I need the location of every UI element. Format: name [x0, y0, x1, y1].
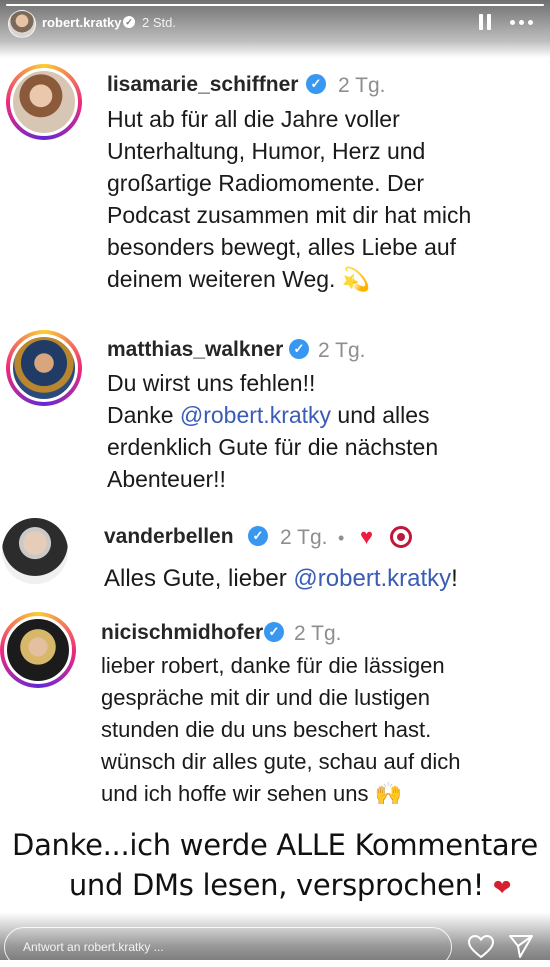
comment-text-line: Du wirst uns fehlen!!: [107, 370, 316, 396]
story-owner-avatar[interactable]: [8, 10, 36, 38]
mention-link[interactable]: @robert.kratky: [293, 565, 451, 592]
avatar[interactable]: [6, 64, 82, 140]
comment-text: Du wirst uns fehlen!! Danke @robert.krat…: [107, 367, 547, 495]
verified-icon: ✓: [264, 622, 284, 642]
avatar[interactable]: [2, 518, 68, 584]
story-progress-bar: [6, 4, 544, 6]
paper-plane-icon[interactable]: [508, 933, 534, 959]
comment-text: Alles Gute, lieber @robert.kratky!: [104, 563, 544, 595]
comment-username[interactable]: matthias_walkner: [107, 338, 283, 362]
reply-input[interactable]: [4, 927, 452, 967]
comment-text: lieber robert, danke für die lässigen ge…: [101, 653, 461, 806]
comment-text-part: !: [451, 565, 458, 592]
pause-icon[interactable]: [479, 14, 491, 30]
verified-icon: ✓: [306, 74, 326, 94]
comment-username[interactable]: vanderbellen: [104, 525, 234, 549]
reaction-avatar: [390, 526, 412, 548]
heart-icon: ♥: [360, 524, 374, 549]
avatar-image: [10, 334, 78, 402]
comment-timestamp: 2 Tg.: [280, 526, 328, 549]
more-icon[interactable]: [510, 20, 534, 26]
verified-icon: ✓: [248, 526, 268, 546]
avatar[interactable]: [0, 612, 76, 688]
heart-outline-icon[interactable]: [468, 935, 494, 959]
story-caption-line: und DMs lesen, versprochen! ❤: [0, 864, 550, 910]
comment-timestamp: 2 Tg.: [294, 622, 342, 645]
story-caption-text: und DMs lesen, versprochen!: [68, 868, 494, 902]
comment-timestamp: 2 Tg.: [338, 74, 386, 97]
story-header: robert.kratky ✓ 2 Std.: [0, 0, 550, 58]
story-owner-username[interactable]: robert.kratky: [42, 15, 121, 30]
avatar-image: [10, 68, 78, 136]
avatar-image: [2, 518, 68, 584]
story-caption-line: Danke...ich werde ALLE Kommentare: [12, 828, 538, 862]
comment-text: Hut ab für all die Jahre voller Unterhal…: [107, 106, 472, 292]
comment-username[interactable]: nicischmidhofer: [101, 621, 263, 645]
verified-icon: ✓: [289, 339, 309, 359]
story-timestamp: 2 Std.: [142, 15, 176, 30]
comment-text-part: Danke: [107, 402, 180, 428]
comment-timestamp: 2 Tg.: [318, 339, 366, 362]
mention-link[interactable]: @robert.kratky: [180, 402, 331, 428]
avatar-image: [4, 616, 72, 684]
comment-username[interactable]: lisamarie_schiffner: [107, 73, 298, 97]
verified-icon: ✓: [123, 16, 135, 28]
story-progress-fill: [6, 4, 544, 6]
heart-emoji: ❤: [493, 876, 512, 901]
comment-text-part: Alles Gute, lieber: [104, 565, 294, 592]
avatar[interactable]: [6, 330, 82, 406]
separator-dot: •: [338, 528, 345, 548]
